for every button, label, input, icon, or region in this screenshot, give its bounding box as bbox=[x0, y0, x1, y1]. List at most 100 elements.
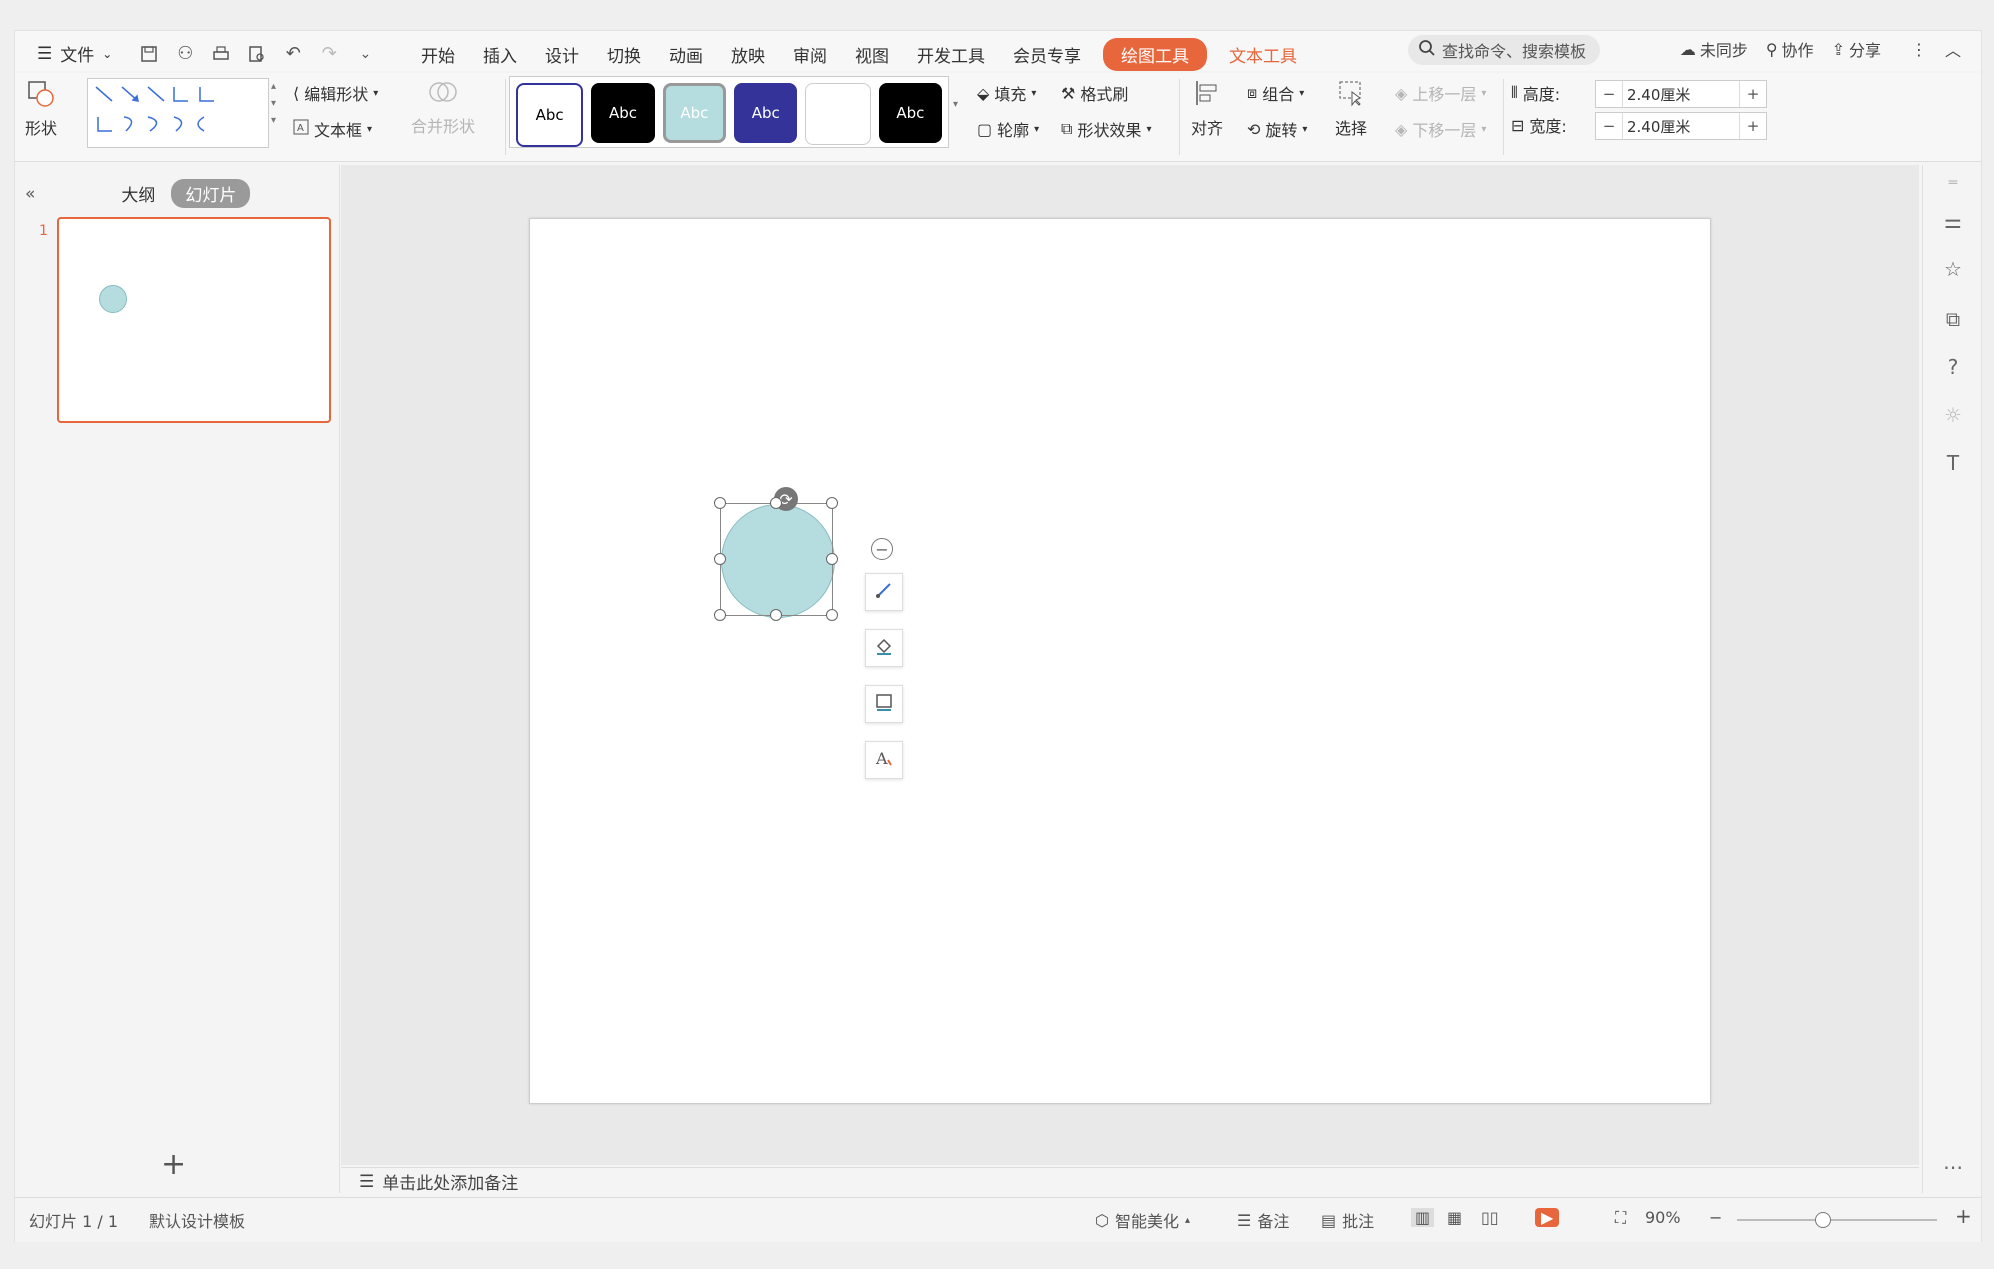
notes-bar[interactable]: ☰ 单击此处添加备注 bbox=[341, 1167, 1919, 1195]
width-decrement-button[interactable]: − bbox=[1596, 117, 1622, 135]
smart-beautify-button[interactable]: ⬡ 智能美化 ▴ bbox=[1095, 1208, 1190, 1232]
style-swatch-outline-blue[interactable]: Abc bbox=[516, 83, 584, 147]
bring-forward-button[interactable]: ◈ 上移一层 ▾ bbox=[1395, 81, 1486, 105]
resize-handle-right[interactable] bbox=[826, 553, 838, 565]
format-painter-quick-icon[interactable]: ⚇ bbox=[172, 41, 198, 67]
group-button[interactable]: ⧈ 组合 ▾ bbox=[1247, 81, 1304, 105]
resize-handle-bottom-left[interactable] bbox=[714, 609, 726, 621]
save-icon[interactable] bbox=[136, 41, 162, 67]
zoom-level[interactable]: 90% bbox=[1645, 1208, 1681, 1227]
float-text-style-button[interactable]: A bbox=[865, 741, 903, 779]
add-slide-button[interactable]: + bbox=[161, 1147, 186, 1182]
shape-button[interactable]: 形状 bbox=[25, 79, 57, 139]
shape-effect-button[interactable]: ⧉ 形状效果 ▾ bbox=[1061, 117, 1151, 141]
text-icon[interactable]: T bbox=[1941, 451, 1965, 475]
tab-outline[interactable]: 大纲 bbox=[121, 181, 155, 206]
tab-insert[interactable]: 插入 bbox=[469, 37, 531, 72]
lines-gallery[interactable] bbox=[87, 78, 269, 148]
float-style-button[interactable] bbox=[865, 573, 903, 611]
resize-handle-top[interactable] bbox=[770, 497, 782, 509]
print-preview-icon[interactable] bbox=[244, 41, 270, 67]
width-value[interactable]: 2.40厘米 bbox=[1622, 113, 1740, 139]
height-value[interactable]: 2.40厘米 bbox=[1622, 81, 1740, 107]
file-menu[interactable]: ☰ 文件 ⌄ bbox=[29, 37, 120, 70]
dropdown-arrow-icon: ▴ bbox=[1184, 1214, 1191, 1226]
style-swatch-white[interactable] bbox=[805, 83, 871, 145]
properties-icon[interactable]: ⚌ bbox=[1941, 209, 1965, 233]
lightbulb-icon[interactable]: ☼ bbox=[1941, 403, 1965, 427]
tab-review[interactable]: 审阅 bbox=[779, 37, 841, 72]
height-decrement-button[interactable]: − bbox=[1596, 85, 1622, 103]
tab-transition[interactable]: 切换 bbox=[593, 37, 655, 72]
collaborate-button[interactable]: ⚲ 协作 bbox=[1766, 37, 1814, 61]
zoom-slider-track[interactable] bbox=[1737, 1219, 1937, 1221]
more-icon[interactable]: ⋯ bbox=[1941, 1155, 1965, 1179]
zoom-out-button[interactable]: − bbox=[1709, 1208, 1722, 1227]
notes-toggle-button[interactable]: ☰ 备注 bbox=[1237, 1208, 1289, 1232]
float-outline-button[interactable] bbox=[865, 685, 903, 723]
tab-text-tools[interactable]: 文本工具 bbox=[1215, 37, 1311, 72]
print-icon[interactable] bbox=[208, 41, 234, 67]
style-swatch-teal-selected[interactable]: Abc bbox=[662, 83, 727, 143]
star-icon[interactable]: ☆ bbox=[1941, 257, 1965, 281]
sync-status-button[interactable]: ☁ 未同步 bbox=[1680, 37, 1748, 61]
outline-button[interactable]: ▢ 轮廓 ▾ bbox=[977, 117, 1039, 141]
lines-gallery-scroll[interactable]: ▴ ▾ ▾ bbox=[271, 81, 276, 126]
command-search[interactable]: 查找命令、搜索模板 bbox=[1408, 35, 1600, 65]
height-increment-button[interactable]: + bbox=[1740, 85, 1766, 103]
tab-start[interactable]: 开始 bbox=[407, 37, 469, 72]
circle-shape[interactable] bbox=[721, 504, 835, 618]
collapse-ribbon-icon[interactable]: ︿ bbox=[1945, 37, 1961, 61]
tab-animation[interactable]: 动画 bbox=[655, 37, 717, 72]
slides-library-icon[interactable]: ⧉ bbox=[1941, 307, 1965, 331]
align-button[interactable]: 对齐 bbox=[1191, 79, 1223, 139]
merge-shape-button[interactable]: 合并形状 bbox=[411, 79, 475, 137]
width-input[interactable]: − 2.40厘米 + bbox=[1595, 112, 1767, 140]
width-increment-button[interactable]: + bbox=[1740, 117, 1766, 135]
style-swatch-black[interactable]: Abc bbox=[591, 83, 655, 143]
float-fill-button[interactable] bbox=[865, 629, 903, 667]
select-button[interactable]: 选择 bbox=[1335, 79, 1367, 139]
slideshow-play-button[interactable]: ▶ bbox=[1535, 1208, 1560, 1227]
slide-canvas[interactable] bbox=[529, 218, 1711, 1104]
rotate-button[interactable]: ⟲ 旋转 ▾ bbox=[1247, 117, 1307, 141]
more-options-icon[interactable]: ⋮ bbox=[1911, 40, 1927, 59]
zoom-slider-knob[interactable] bbox=[1815, 1212, 1831, 1228]
tab-view[interactable]: 视图 bbox=[841, 37, 903, 72]
resize-handle-top-right[interactable] bbox=[826, 497, 838, 509]
customize-quick-access-icon[interactable]: ⌄ bbox=[352, 41, 378, 67]
resize-handle-bottom[interactable] bbox=[770, 609, 782, 621]
normal-view-button[interactable]: ▥ bbox=[1411, 1208, 1435, 1227]
comments-button[interactable]: ▤ 批注 bbox=[1321, 1208, 1374, 1232]
resize-handle-bottom-right[interactable] bbox=[826, 609, 838, 621]
fit-window-button[interactable]: ⛶ bbox=[1615, 1208, 1626, 1228]
resize-handle-top-left[interactable] bbox=[714, 497, 726, 509]
zoom-in-button[interactable]: + bbox=[1955, 1204, 1972, 1228]
resize-handle-left[interactable] bbox=[714, 553, 726, 565]
collapse-float-toolbar-icon[interactable]: − bbox=[871, 538, 893, 560]
share-button[interactable]: ⇪ 分享 bbox=[1832, 37, 1881, 61]
style-swatch-black-2[interactable]: Abc bbox=[878, 83, 943, 143]
help-icon[interactable]: ? bbox=[1941, 355, 1965, 379]
edit-shape-button[interactable]: ⟨ 编辑形状 ▾ bbox=[293, 81, 378, 105]
format-painter-button[interactable]: ⚒ 格式刷 bbox=[1061, 81, 1128, 105]
send-backward-button[interactable]: ◈ 下移一层 ▾ bbox=[1395, 117, 1486, 141]
height-input[interactable]: − 2.40厘米 + bbox=[1595, 80, 1767, 108]
template-name[interactable]: 默认设计模板 bbox=[149, 1208, 245, 1232]
tab-developer[interactable]: 开发工具 bbox=[903, 37, 999, 72]
tab-member[interactable]: 会员专享 bbox=[999, 37, 1095, 72]
tab-slideshow[interactable]: 放映 bbox=[717, 37, 779, 72]
text-box-button[interactable]: A 文本框 ▾ bbox=[293, 117, 372, 141]
style-gallery-more[interactable]: ▾ bbox=[953, 99, 958, 110]
tab-drawing-tools[interactable]: 绘图工具 bbox=[1103, 38, 1207, 71]
collapse-panel-icon[interactable]: « bbox=[25, 184, 35, 204]
fill-button[interactable]: ⬙ 填充 ▾ bbox=[977, 81, 1036, 105]
slide-thumbnail[interactable] bbox=[57, 217, 331, 423]
slide-sorter-view-button[interactable]: ▦ bbox=[1447, 1208, 1462, 1227]
redo-icon[interactable]: ↷ bbox=[316, 41, 342, 67]
tab-slides[interactable]: 幻灯片 bbox=[171, 179, 251, 208]
style-swatch-navy[interactable]: Abc bbox=[734, 83, 798, 143]
tab-design[interactable]: 设计 bbox=[531, 37, 593, 72]
undo-icon[interactable]: ↶ bbox=[280, 41, 306, 67]
reading-view-button[interactable]: ▯▯ bbox=[1481, 1208, 1499, 1227]
